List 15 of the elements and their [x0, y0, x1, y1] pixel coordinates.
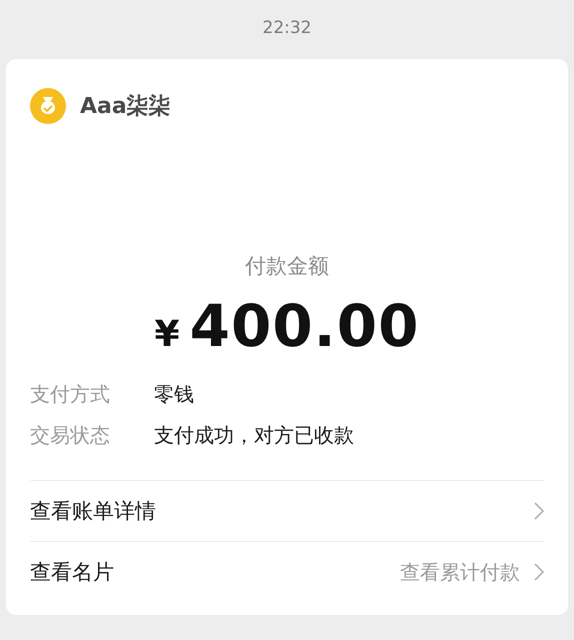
merchant-name: Aaa柒柒 [80, 93, 171, 121]
currency-symbol: ¥ [154, 314, 180, 355]
link-row[interactable]: 查看账单详情 [30, 480, 544, 541]
status-time: 22:32 [262, 18, 312, 40]
link-hint: 查看累计付款 [400, 558, 520, 586]
payment-amount: 400.00 [190, 292, 420, 360]
link-row[interactable]: 查看名片 查看累计付款 [30, 541, 544, 602]
detail-value: 支付成功，对方已收款 [154, 422, 354, 449]
detail-label: 交易状态 [30, 422, 111, 449]
chevron-right-icon [534, 502, 544, 520]
amount-label: 付款金额 [244, 253, 330, 280]
money-bag-icon [30, 88, 66, 124]
chevron-right-icon [534, 563, 544, 581]
detail-value: 零钱 [154, 381, 194, 408]
detail-label: 支付方式 [30, 381, 111, 408]
